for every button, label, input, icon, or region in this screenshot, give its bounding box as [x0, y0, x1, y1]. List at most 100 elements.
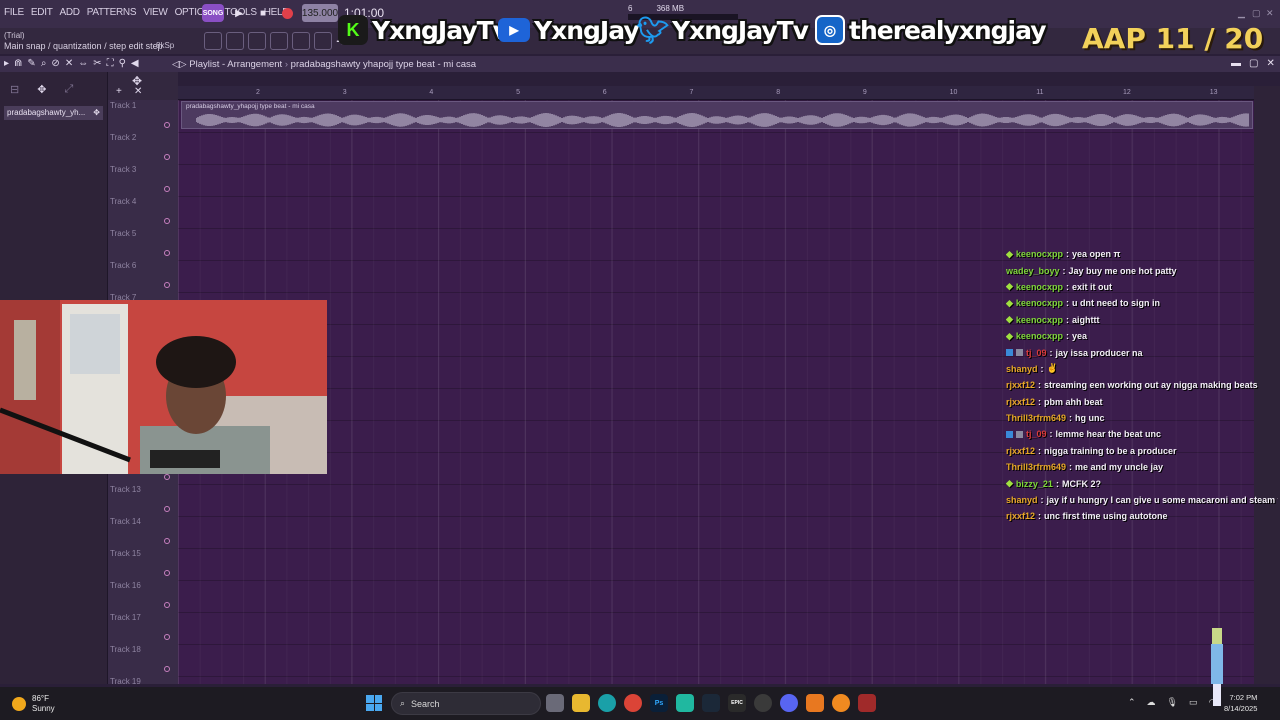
close-icon[interactable]: ✕	[1266, 8, 1274, 19]
chrome-icon[interactable]	[624, 694, 642, 712]
track-mute-toggle[interactable]	[164, 474, 170, 480]
zoom-icon[interactable]: ⚲	[119, 58, 126, 69]
timeline-ruler[interactable]: 2 3 4 5 6 7 8 9 10 11 12 13	[178, 86, 1254, 100]
arrows-icon[interactable]: ◁▷	[172, 59, 187, 70]
system-clock[interactable]: 7:02 PM 8/14/2025	[1224, 692, 1257, 714]
tempo-display[interactable]: 135.000	[302, 4, 338, 22]
track-mute-toggle[interactable]	[164, 122, 170, 128]
taskbar-search[interactable]: ⌕ Search	[391, 692, 541, 715]
minimize-icon[interactable]: ▁	[1238, 8, 1245, 19]
chat-username[interactable]: shanyd	[1006, 495, 1038, 505]
chevron-up-icon[interactable]: ⌃	[1128, 697, 1136, 708]
track-mute-toggle[interactable]	[164, 634, 170, 640]
track-label[interactable]: Track 19	[110, 677, 141, 686]
minimize-icon[interactable]: ▬	[1231, 58, 1241, 69]
track-label[interactable]: Track 3	[110, 165, 136, 174]
slip-icon[interactable]: ⇔	[78, 58, 88, 69]
photoshop-icon[interactable]: Ps	[650, 694, 668, 712]
play-icon[interactable]: ▶	[230, 4, 248, 22]
steam-icon[interactable]	[702, 694, 720, 712]
track-mute-toggle[interactable]	[164, 666, 170, 672]
record-button[interactable]	[278, 4, 296, 22]
track-mute-toggle[interactable]	[164, 218, 170, 224]
track-label[interactable]: Track 5	[110, 229, 136, 238]
link-icon[interactable]: ⤢	[64, 83, 73, 96]
microphone-icon[interactable]: 🎙︎	[1167, 697, 1178, 708]
track-label[interactable]: Track 1	[110, 101, 136, 110]
close-icon[interactable]: ✕	[134, 86, 142, 97]
winrar-icon[interactable]	[858, 694, 876, 712]
track-label[interactable]: Track 4	[110, 197, 136, 206]
epic-games-icon[interactable]: EPIC	[728, 694, 746, 712]
chat-username[interactable]: wadey_boyy	[1006, 266, 1060, 276]
app-icon[interactable]	[806, 694, 824, 712]
song-mode-toggle[interactable]: SONG	[202, 4, 224, 22]
toolbar-button[interactable]	[226, 32, 244, 50]
pattern-item[interactable]: pradabagshawty_yh... ✥	[4, 106, 103, 120]
move-icon[interactable]: ✥	[37, 83, 46, 96]
pencil-icon[interactable]: ✎	[27, 58, 35, 69]
toolbar-button[interactable]	[292, 32, 310, 50]
obs-icon[interactable]	[754, 694, 772, 712]
delete-icon[interactable]: ⊘	[51, 58, 59, 69]
chat-username[interactable]: rjxxf12	[1006, 511, 1035, 521]
audio-clip[interactable]: pradabagshawty_yhapojj type beat - mi ca…	[181, 101, 1253, 129]
track-label[interactable]: Track 14	[110, 517, 141, 526]
mute-icon[interactable]: ✕	[65, 58, 73, 69]
chat-username[interactable]: keenocxpp	[1016, 331, 1063, 341]
weather-widget[interactable]: 86°F Sunny	[12, 694, 55, 714]
task-view-icon[interactable]	[546, 694, 564, 712]
track-mute-toggle[interactable]	[164, 282, 170, 288]
edge-icon[interactable]	[598, 694, 616, 712]
track-mute-toggle[interactable]	[164, 506, 170, 512]
chat-username[interactable]: rjxxf12	[1006, 397, 1035, 407]
toolbar-button[interactable]	[270, 32, 288, 50]
paint-icon[interactable]: ⌕	[41, 58, 47, 69]
menu-add[interactable]: ADD	[60, 7, 81, 18]
menu-edit[interactable]: EDIT	[31, 7, 53, 18]
slice-icon[interactable]: ✂	[93, 58, 101, 69]
snap-value[interactable]: 8kSp	[156, 41, 174, 50]
stop-icon[interactable]: ■	[254, 4, 272, 22]
chat-username[interactable]: keenocxpp	[1016, 298, 1063, 308]
track-label[interactable]: Track 17	[110, 613, 141, 622]
maximize-icon[interactable]: ▢	[1249, 58, 1258, 69]
chat-username[interactable]: rjxxf12	[1006, 446, 1035, 456]
windows-start-icon[interactable]	[366, 695, 382, 711]
fl-studio-icon[interactable]	[832, 694, 850, 712]
add-icon[interactable]: +	[116, 86, 122, 97]
chat-username[interactable]: keenocxpp	[1016, 282, 1063, 292]
display-icon[interactable]: ▭	[1189, 697, 1198, 708]
chat-username[interactable]: keenocxpp	[1016, 315, 1063, 325]
speaker-icon[interactable]: ◀	[131, 58, 139, 69]
track-mute-toggle[interactable]	[164, 154, 170, 160]
move-icon[interactable]: ✥	[93, 108, 100, 118]
chat-username[interactable]: tj_09	[1026, 348, 1047, 358]
magnet-icon[interactable]: ⋒	[14, 58, 22, 69]
chat-username[interactable]: keenocxpp	[1016, 249, 1063, 259]
cloud-icon[interactable]: ☁	[1147, 697, 1156, 708]
close-icon[interactable]: ✕	[1266, 58, 1274, 69]
track-label[interactable]: Track 2	[110, 133, 136, 142]
chat-username[interactable]: Thrill3rfrm649	[1006, 413, 1066, 423]
track-mute-toggle[interactable]	[164, 570, 170, 576]
arrow-icon[interactable]: ▸	[4, 58, 9, 69]
track-label[interactable]: Track 18	[110, 645, 141, 654]
breadcrumb-pattern[interactable]: pradabagshawty	[291, 59, 361, 70]
track-mute-toggle[interactable]	[164, 186, 170, 192]
track-mute-toggle[interactable]	[164, 602, 170, 608]
chat-username[interactable]: bizzy_21	[1016, 479, 1053, 489]
toolbar-button[interactable]	[314, 32, 332, 50]
toolbar-button[interactable]	[204, 32, 222, 50]
menu-view[interactable]: VIEW	[143, 7, 168, 18]
file-explorer-icon[interactable]	[572, 694, 590, 712]
capcut-icon[interactable]	[676, 694, 694, 712]
toolbar-button[interactable]	[248, 32, 266, 50]
menu-patterns[interactable]: PATTERNS	[87, 7, 137, 18]
track-mute-toggle[interactable]	[164, 538, 170, 544]
chat-username[interactable]: tj_09	[1026, 429, 1047, 439]
track-label[interactable]: Track 6	[110, 261, 136, 270]
chat-username[interactable]: shanyd	[1006, 364, 1038, 374]
browser-icon[interactable]: ⊟	[10, 83, 19, 96]
track-label[interactable]: Track 16	[110, 581, 141, 590]
